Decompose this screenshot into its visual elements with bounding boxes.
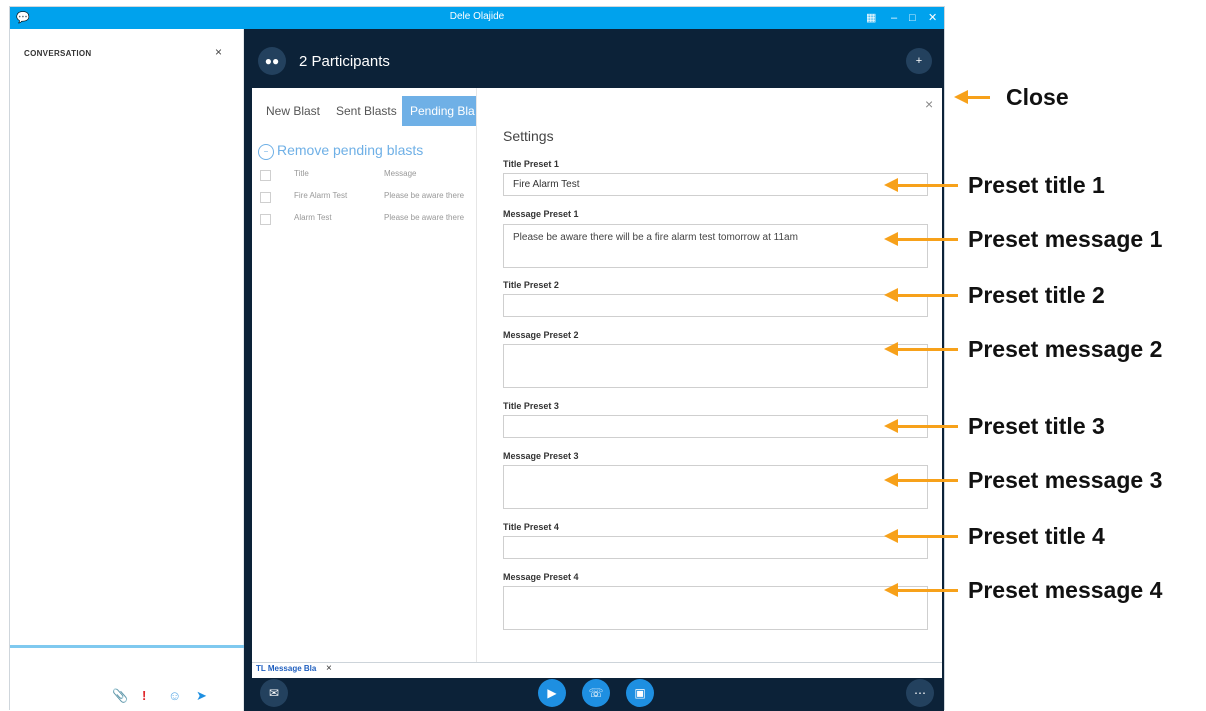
- window-close-icon[interactable]: ✕: [928, 10, 937, 26]
- preset-message-4-arrow: [884, 583, 958, 597]
- annotation-preset-title-2: Preset title 2: [968, 282, 1105, 308]
- preset-message-3-arrow: [884, 473, 958, 487]
- conversation-tab-strip: TL Message Bla ×: [252, 662, 942, 678]
- message-preset-4-label: Message Preset 4: [503, 572, 579, 582]
- preset-title-4-arrow: [884, 529, 958, 543]
- annotation-preset-message-2: Preset message 2: [968, 336, 1163, 362]
- close-arrow: [954, 90, 990, 104]
- skype-window: 💬 Dele Olajide ▦ – □ ✕ CONVERSATION × 📎 …: [9, 6, 945, 711]
- row-message: Please be aware there: [384, 191, 465, 200]
- row-title: Alarm Test: [294, 213, 332, 222]
- message-preset-2-input[interactable]: [503, 344, 928, 388]
- compose-divider: [10, 645, 244, 648]
- row-message: Please be aware there: [384, 213, 465, 222]
- message-preset-4-input[interactable]: [503, 586, 928, 630]
- message-preset-1-label: Message Preset 1: [503, 209, 579, 219]
- annotation-preset-title-3: Preset title 3: [968, 413, 1105, 439]
- title-preset-4-label: Title Preset 4: [503, 522, 559, 532]
- layout-icon[interactable]: ▦: [866, 10, 876, 26]
- row-checkbox[interactable]: [260, 214, 271, 225]
- message-preset-3-input[interactable]: [503, 465, 928, 509]
- conversation-close-button[interactable]: ×: [215, 45, 222, 59]
- settings-close-button[interactable]: ×: [925, 96, 933, 112]
- title-preset-3-label: Title Preset 3: [503, 401, 559, 411]
- screen-share-icon[interactable]: ▣: [626, 679, 654, 707]
- message-preset-2-label: Message Preset 2: [503, 330, 579, 340]
- participants-icon[interactable]: ●●: [258, 47, 286, 75]
- conversation-main: ●● 2 Participants + New Blast Sent Blast…: [244, 29, 944, 711]
- tab-message-blast[interactable]: TL Message Bla: [256, 664, 316, 673]
- importance-icon[interactable]: !: [142, 689, 146, 703]
- settings-heading: Settings: [503, 128, 554, 144]
- preset-message-2-arrow: [884, 342, 958, 356]
- preset-title-3-arrow: [884, 419, 958, 433]
- title-preset-2-input[interactable]: [503, 294, 928, 317]
- attach-icon[interactable]: 📎: [112, 689, 128, 703]
- annotation-preset-title-4: Preset title 4: [968, 523, 1105, 549]
- column-title: Title: [294, 169, 309, 178]
- title-preset-4-input[interactable]: [503, 536, 928, 559]
- row-title: Fire Alarm Test: [294, 191, 348, 200]
- annotation-preset-title-1: Preset title 1: [968, 172, 1105, 198]
- conversation-label: CONVERSATION: [24, 49, 92, 58]
- phone-icon[interactable]: ☏: [582, 679, 610, 707]
- more-icon[interactable]: ⋯: [906, 679, 934, 707]
- preset-title-2-arrow: [884, 288, 958, 302]
- chat-icon[interactable]: ✉: [260, 679, 288, 707]
- window-title: Dele Olajide: [449, 11, 505, 22]
- minimize-icon[interactable]: –: [891, 10, 897, 26]
- title-preset-1-input[interactable]: Fire Alarm Test: [503, 173, 928, 196]
- annotation-preset-message-3: Preset message 3: [968, 467, 1163, 493]
- message-preset-3-label: Message Preset 3: [503, 451, 579, 461]
- message-blast-panel: New Blast Sent Blasts Pending Bla − Remov…: [252, 88, 942, 662]
- maximize-icon[interactable]: □: [909, 10, 916, 26]
- title-preset-2-label: Title Preset 2: [503, 280, 559, 290]
- participants-label[interactable]: 2 Participants: [299, 53, 390, 70]
- conversation-pane: CONVERSATION × 📎 ! ☺ ➤: [10, 29, 244, 711]
- preset-message-1-arrow: [884, 232, 958, 246]
- tab-sent-blasts[interactable]: Sent Blasts: [336, 96, 397, 126]
- column-message: Message: [384, 169, 417, 178]
- add-person-icon[interactable]: +: [906, 48, 932, 74]
- annotation-preset-message-4: Preset message 4: [968, 577, 1163, 603]
- remove-pending-blasts-button[interactable]: − Remove pending blasts: [258, 142, 423, 160]
- annotation-close: Close: [1006, 84, 1069, 110]
- tab-close-icon[interactable]: ×: [326, 663, 332, 674]
- video-icon[interactable]: ▶: [538, 679, 566, 707]
- preset-title-1-arrow: [884, 178, 958, 192]
- row-checkbox[interactable]: [260, 192, 271, 203]
- send-icon[interactable]: ➤: [196, 689, 207, 703]
- tab-new-blast[interactable]: New Blast: [266, 96, 320, 126]
- settings-panel: × Settings Title Preset 1 Fire Alarm Tes…: [476, 88, 942, 662]
- annotation-preset-message-1: Preset message 1: [968, 226, 1163, 252]
- title-preset-1-label: Title Preset 1: [503, 159, 559, 169]
- title-bar: 💬 Dele Olajide ▦ – □ ✕: [10, 7, 944, 29]
- emoji-icon[interactable]: ☺: [168, 689, 181, 703]
- select-all-checkbox[interactable]: [260, 170, 271, 181]
- remove-pending-label: Remove pending blasts: [277, 142, 424, 158]
- message-preset-1-input[interactable]: Please be aware there will be a fire ala…: [503, 224, 928, 268]
- remove-icon: −: [258, 144, 274, 160]
- title-preset-3-input[interactable]: [503, 415, 928, 438]
- tab-pending-blasts[interactable]: Pending Bla: [402, 96, 480, 126]
